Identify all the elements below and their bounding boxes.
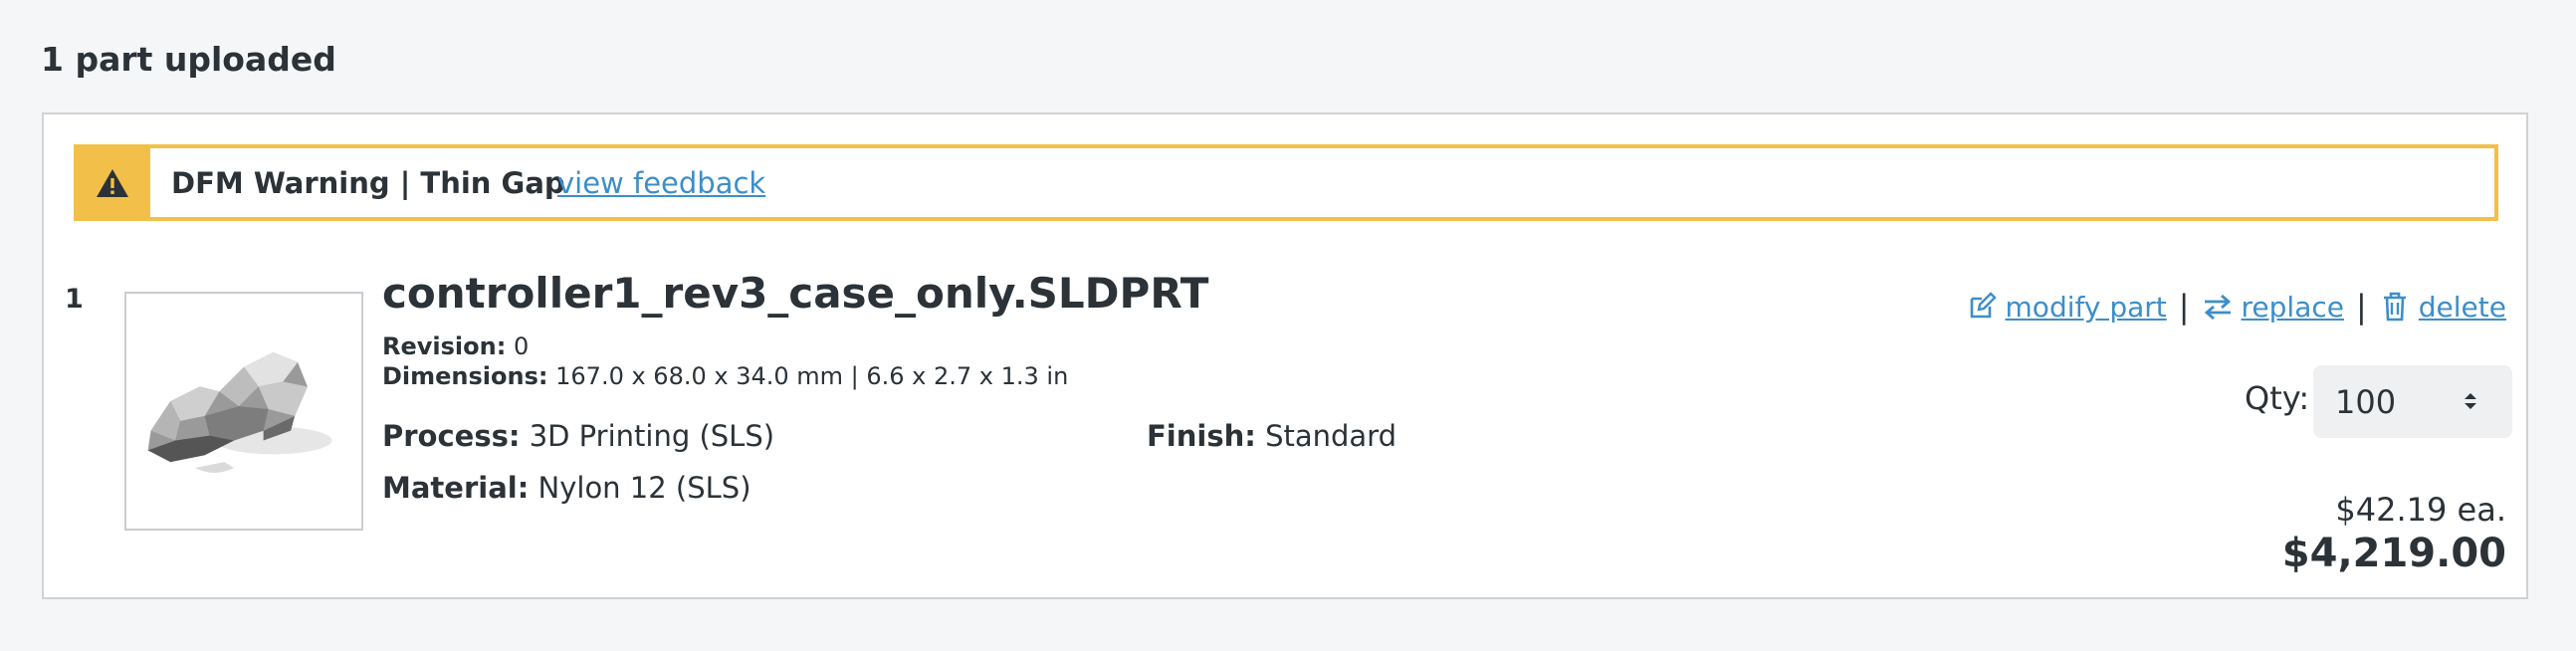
finish-label: Finish: — [1147, 419, 1256, 453]
modify-part-label: modify part — [2005, 290, 2167, 324]
warning-icon-box — [74, 144, 150, 221]
material-value: Nylon 12 (SLS) — [537, 471, 751, 505]
swap-arrows-icon — [2204, 294, 2231, 321]
process-spec: Process: 3D Printing (SLS) — [382, 419, 774, 453]
delete-label: delete — [2418, 290, 2506, 324]
material-label: Material: — [382, 471, 530, 505]
dfm-warning-banner: DFM Warning | Thin Gap view feedback — [74, 144, 2498, 221]
unit-price: $42.19 ea. — [2335, 491, 2506, 529]
part-card: DFM Warning | Thin Gap view feedback 1 c… — [42, 112, 2528, 599]
quantity-value: 100 — [2335, 383, 2397, 421]
delete-button[interactable]: delete — [2379, 291, 2506, 324]
part-actions: modify part | replace | delete — [1966, 288, 2506, 326]
page-title: 1 part uploaded — [41, 40, 336, 79]
part-name: controller1_rev3_case_only.SLDPRT — [382, 269, 1209, 318]
part-thumbnail[interactable] — [124, 292, 363, 531]
replace-label: replace — [2241, 290, 2344, 324]
revision-line: Revision: 0 — [382, 332, 529, 360]
finish-spec: Finish: Standard — [1147, 419, 1396, 453]
dimensions-label: Dimensions: — [382, 362, 548, 390]
dimensions-line: Dimensions: 167.0 x 68.0 x 34.0 mm | 6.6… — [382, 362, 1068, 390]
view-feedback-link[interactable]: view feedback — [557, 166, 765, 200]
stepper-arrows-icon[interactable] — [2461, 391, 2480, 411]
quantity-stepper[interactable]: 100 — [2313, 365, 2512, 438]
modify-part-button[interactable]: modify part — [1966, 291, 2167, 324]
process-value: 3D Printing (SLS) — [529, 419, 775, 453]
finish-value: Standard — [1265, 419, 1396, 453]
warning-text: DFM Warning | Thin Gap — [171, 166, 565, 200]
action-separator: | — [2356, 288, 2367, 326]
warning-triangle-icon — [96, 168, 128, 197]
replace-button[interactable]: replace — [2202, 291, 2344, 324]
material-spec: Material: Nylon 12 (SLS) — [382, 471, 751, 505]
quantity-label: Qty: — [2245, 379, 2310, 417]
revision-value: 0 — [513, 332, 530, 360]
process-label: Process: — [382, 419, 521, 453]
action-separator: | — [2178, 288, 2190, 326]
part-index: 1 — [65, 284, 84, 315]
dimensions-value: 167.0 x 68.0 x 34.0 mm | 6.6 x 2.7 x 1.3… — [555, 362, 1069, 390]
total-price: $4,219.00 — [2281, 531, 2506, 576]
trash-icon — [2383, 292, 2406, 322]
revision-label: Revision: — [382, 332, 507, 360]
edit-icon — [1970, 292, 1997, 319]
part-3d-preview-image — [147, 352, 332, 473]
